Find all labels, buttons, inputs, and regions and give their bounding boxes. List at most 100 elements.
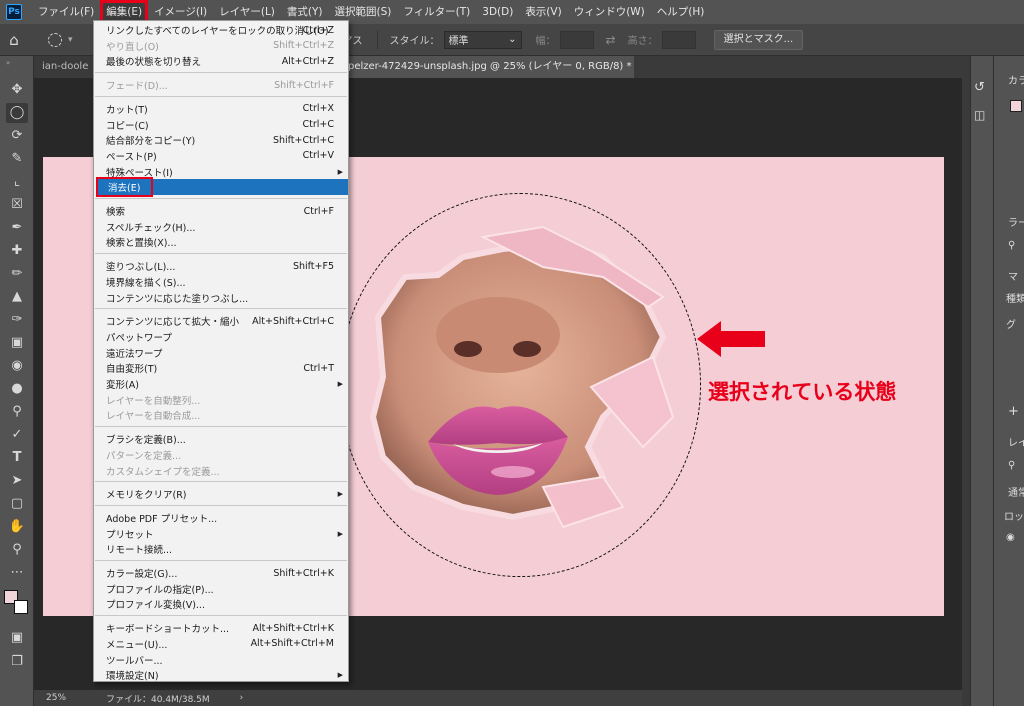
menu-item[interactable]: ブラシを定義(B)... <box>94 431 348 447</box>
type-tool-icon[interactable]: T <box>6 448 28 468</box>
menu-item[interactable]: 検索 Ctrl+F <box>94 203 348 219</box>
menu-item[interactable]: コンテンツに応じた塗りつぶし... <box>94 290 348 306</box>
menu-item-label: ブラシを定義(B)... <box>106 435 186 447</box>
paint-bucket-tool-icon[interactable]: ◉ <box>6 356 28 376</box>
menu-item[interactable]: ペースト(P) Ctrl+V <box>94 148 348 164</box>
menu-item-label: 塗りつぶし(L)... <box>106 262 176 274</box>
menu-item[interactable]: パペットワープ <box>94 329 348 345</box>
menu-item[interactable]: やり直し(O) Shift+Ctrl+Z <box>94 38 348 54</box>
menu-item[interactable]: プロファイル変換(V)... <box>94 596 348 612</box>
eraser-tool-icon[interactable]: ▣ <box>6 333 28 353</box>
collapse-icon[interactable]: » <box>6 59 10 67</box>
move-tool-icon[interactable]: ✥ <box>6 80 28 100</box>
frame-tool-icon[interactable]: ☒ <box>6 195 28 215</box>
search-icon[interactable]: ⚲ <box>1008 240 1015 251</box>
style-select[interactable]: 標準 ⌄ <box>443 30 522 49</box>
menu-item[interactable]: カラー設定(G)... Shift+Ctrl+K <box>94 565 348 581</box>
layers-panel-tab[interactable]: レイ <box>1008 434 1024 449</box>
tab-title: pelzer-472429-unsplash.jpg @ 25% (レイヤー 0… <box>348 61 632 72</box>
chevron-down-icon[interactable]: ▾ <box>68 35 73 45</box>
menu-item[interactable]: コンテンツに応じて拡大・縮小 Alt+Shift+Ctrl+C <box>94 313 348 329</box>
menu-item[interactable]: レイヤーを自動合成... <box>94 407 348 423</box>
menu-item[interactable]: パターンを定義... <box>94 447 348 463</box>
history-panel-icon[interactable]: ↺ <box>974 80 985 95</box>
select-and-mask-button[interactable]: 選択とマスク... <box>713 29 804 50</box>
zoom-level[interactable]: 25% <box>46 693 66 703</box>
add-icon[interactable]: + <box>1008 404 1019 419</box>
menu-item[interactable]: フェード(D)... Shift+Ctrl+F <box>94 77 348 93</box>
menu-item[interactable]: Adobe PDF プリセット... <box>94 510 348 526</box>
history-brush-tool-icon[interactable]: ✑ <box>6 310 28 330</box>
divider <box>376 30 378 49</box>
menu-10[interactable]: ヘルプ(H) <box>651 0 711 24</box>
blend-mode-label[interactable]: 通常 <box>1008 484 1024 499</box>
menu-item[interactable]: コピー(C) Ctrl+C <box>94 117 348 133</box>
panel-color-swatch[interactable] <box>1010 100 1022 112</box>
stamp-tool-icon[interactable]: ▲ <box>6 287 28 307</box>
menu-item[interactable]: 結合部分をコピー(Y) Shift+Ctrl+C <box>94 132 348 148</box>
healing-brush-tool-icon[interactable]: ✚ <box>6 241 28 261</box>
screen-mode-icon[interactable]: ❐ <box>6 652 28 672</box>
path-selection-tool-icon[interactable]: ➤ <box>6 471 28 491</box>
rectangle-tool-icon[interactable]: ▢ <box>6 494 28 514</box>
pen-tool-icon[interactable]: ✓ <box>6 425 28 445</box>
menu-item[interactable]: 消去(E) <box>96 177 348 198</box>
menu-item[interactable]: 環境設定(N) ▶ <box>94 667 348 683</box>
menu-item[interactable]: プロファイルの指定(P)... <box>94 581 348 597</box>
dodge-tool-icon[interactable]: ⚲ <box>6 402 28 422</box>
menu-item-label: パターンを定義... <box>106 450 182 462</box>
menu-item[interactable]: 変形(A) ▶ <box>94 376 348 392</box>
swap-icon[interactable]: ⇄ <box>606 33 616 47</box>
width-input[interactable] <box>559 30 594 49</box>
menu-item[interactable]: 検索と置換(X)... <box>94 234 348 250</box>
search-icon[interactable]: ⚲ <box>1008 460 1015 471</box>
menu-item-label: ペースト(P) <box>106 151 157 163</box>
menu-7[interactable]: 3D(D) <box>476 0 519 24</box>
blur-tool-icon[interactable]: ● <box>6 379 28 399</box>
document-tab-1[interactable]: ian-doole <box>34 56 92 78</box>
menu-item[interactable]: メニュー(U)... Alt+Shift+Ctrl+M <box>94 636 348 652</box>
crop-tool-icon[interactable]: ⌞ <box>6 172 28 192</box>
menu-item[interactable]: キーボードショートカット... Alt+Shift+Ctrl+K <box>94 620 348 636</box>
menu-item[interactable]: 最後の状態を切り替え Alt+Ctrl+Z <box>94 53 348 69</box>
height-input[interactable] <box>661 30 696 49</box>
menu-item-label: 消去(E) <box>108 183 141 195</box>
menu-item[interactable]: リンクしたすべてのレイヤーをロックの取り消し(O) Ctrl+Z <box>94 22 348 38</box>
library-panel-tab[interactable]: ラー <box>1008 214 1024 229</box>
quick-selection-tool-icon[interactable]: ✎ <box>6 149 28 169</box>
menu-item[interactable]: ツールバー... <box>94 652 348 668</box>
group-label[interactable]: グ <box>1006 316 1016 331</box>
menu-item[interactable]: リモート接続... <box>94 541 348 557</box>
document-tab-2[interactable]: pelzer-472429-unsplash.jpg @ 25% (レイヤー 0… <box>340 56 634 78</box>
brush-tool-icon[interactable]: ✏ <box>6 264 28 284</box>
more-tools-icon[interactable]: ⋯ <box>6 563 28 583</box>
menu-item[interactable]: レイヤーを自動整列... <box>94 392 348 408</box>
menu-0[interactable]: ファイル(F) <box>32 0 100 24</box>
menu-9[interactable]: ウィンドウ(W) <box>568 0 651 24</box>
menu-item[interactable]: プリセット ▶ <box>94 526 348 542</box>
menu-6[interactable]: フィルター(T) <box>397 0 476 24</box>
elliptical-marquee-icon[interactable] <box>48 32 62 47</box>
quick-mask-icon[interactable]: ▣ <box>6 628 28 648</box>
menu-item[interactable]: メモリをクリア(R) ▶ <box>94 486 348 502</box>
menu-item[interactable]: 遠近法ワープ <box>94 345 348 361</box>
menu-item[interactable]: カスタムシェイプを定義... <box>94 463 348 479</box>
eye-icon[interactable]: ◉ <box>1006 532 1015 543</box>
eyedropper-tool-icon[interactable]: ✒ <box>6 218 28 238</box>
hand-tool-icon[interactable]: ✋ <box>6 517 28 537</box>
menu-8[interactable]: 表示(V) <box>519 0 567 24</box>
elliptical-marquee-tool-icon[interactable]: ◯ <box>6 103 28 123</box>
menu-item[interactable]: カット(T) Ctrl+X <box>94 101 348 117</box>
background-color-swatch[interactable] <box>14 600 28 614</box>
color-panel-tab[interactable]: カラ <box>1008 72 1024 87</box>
home-icon[interactable]: ⌂ <box>0 31 28 49</box>
menu-item[interactable]: 自由変形(T) Ctrl+T <box>94 360 348 376</box>
menu-item[interactable]: スペルチェック(H)... <box>94 219 348 235</box>
chevron-right-icon[interactable]: › <box>240 693 244 703</box>
properties-panel-icon[interactable]: ◫ <box>974 108 985 122</box>
menu-item[interactable]: 塗りつぶし(L)... Shift+F5 <box>94 258 348 274</box>
zoom-tool-icon[interactable]: ⚲ <box>6 540 28 560</box>
menu-item[interactable]: 境界線を描く(S)... <box>94 274 348 290</box>
photoshop-logo-icon[interactable]: Ps <box>6 4 22 20</box>
lasso-tool-icon[interactable]: ⟳ <box>6 126 28 146</box>
